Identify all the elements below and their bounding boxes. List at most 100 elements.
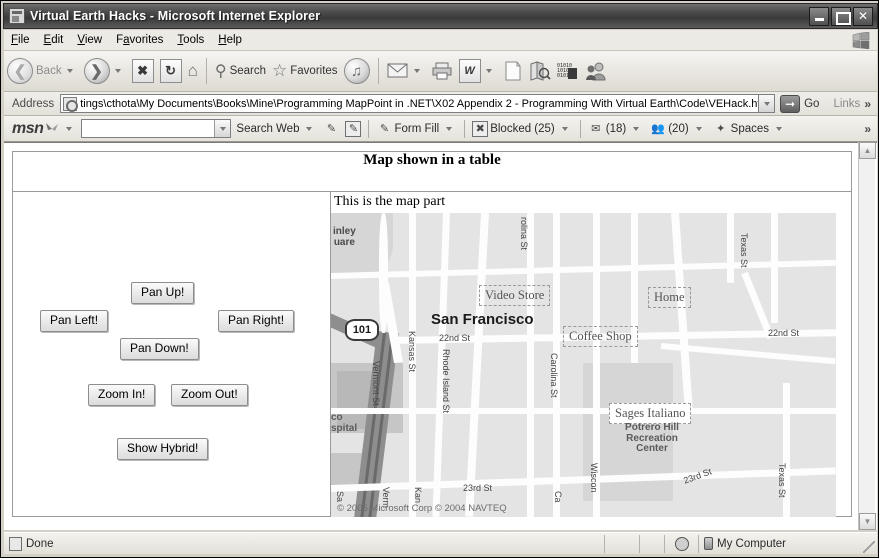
blocked-popups-button[interactable]: ✖ Blocked (25) bbox=[469, 120, 576, 137]
security-zone-cell[interactable]: My Computer bbox=[698, 534, 877, 553]
pan-down-button[interactable]: Pan Down! bbox=[120, 338, 199, 361]
edit-dropdown-icon[interactable] bbox=[485, 69, 492, 73]
forward-dropdown-icon[interactable] bbox=[114, 69, 121, 73]
messenger-count-button[interactable]: 👥 (20) bbox=[647, 121, 709, 137]
minimize-button[interactable] bbox=[809, 6, 829, 26]
research-button[interactable] bbox=[526, 54, 554, 88]
pan-left-button[interactable]: Pan Left! bbox=[40, 310, 109, 333]
edit-button[interactable]: W bbox=[456, 54, 500, 88]
msn-search-input[interactable] bbox=[81, 119, 232, 138]
envelope-icon: ✉ bbox=[591, 123, 601, 135]
messenger-contacts-icon: 👥 bbox=[651, 123, 666, 135]
spaces-label: Spaces bbox=[730, 122, 770, 135]
address-dropdown-button[interactable] bbox=[758, 94, 776, 113]
popup-blocked-icon: ✖ bbox=[472, 120, 489, 137]
links-label[interactable]: Links bbox=[825, 98, 864, 110]
go-label: Go bbox=[804, 97, 820, 110]
menu-item-edit[interactable]: Edit bbox=[37, 32, 71, 48]
virtual-earth-map[interactable]: inley uare 101 San Francisco Video Store … bbox=[331, 213, 836, 517]
table-body-row: Pan Up! Pan Left! Pan Right! Pan Down! Z… bbox=[12, 191, 852, 517]
layout-table: Map shown in a table Pan Up! Pan Left! P… bbox=[12, 151, 852, 517]
spaces-dropdown-icon[interactable] bbox=[776, 126, 783, 131]
windows-flag-icon bbox=[852, 32, 870, 49]
mail-count-dropdown-icon[interactable] bbox=[633, 126, 640, 131]
highlight-button[interactable]: ✎ bbox=[320, 121, 342, 137]
table-header-row: Map shown in a table bbox=[12, 151, 852, 192]
mail-dropdown-icon[interactable] bbox=[413, 69, 420, 73]
menu-item-help[interactable]: Help bbox=[211, 32, 249, 48]
forward-arrow-icon: ❯ bbox=[83, 58, 110, 84]
star-icon: ☆ bbox=[272, 61, 288, 80]
page-title: Map shown in a table bbox=[12, 151, 852, 192]
page-favicon-icon bbox=[63, 96, 79, 112]
back-arrow-icon: ❮ bbox=[7, 58, 33, 84]
map-street-carolina-st-top: rolina St bbox=[519, 217, 529, 251]
back-label: Back bbox=[36, 65, 62, 77]
vertical-scrollbar[interactable]: ▲ ▼ bbox=[858, 142, 876, 530]
media-icon: ♫ bbox=[343, 58, 370, 84]
msn-overflow-icon[interactable]: » bbox=[864, 122, 877, 136]
controls-cell: Pan Up! Pan Left! Pan Right! Pan Down! Z… bbox=[12, 191, 331, 517]
page-icon bbox=[9, 536, 22, 551]
zoom-out-button[interactable]: Zoom Out! bbox=[171, 384, 248, 407]
maximize-button[interactable] bbox=[831, 6, 851, 26]
msn-logo-dropdown-icon[interactable] bbox=[66, 126, 73, 131]
mail-count-button[interactable]: ✉ (18) bbox=[585, 121, 647, 137]
msn-butterfly-icon bbox=[46, 122, 59, 131]
show-hybrid-button[interactable]: Show Hybrid! bbox=[117, 438, 209, 461]
map-street-kansas-lower: Kan bbox=[413, 487, 423, 504]
title-bar: Virtual Earth Hacks - Microsoft Internet… bbox=[3, 3, 878, 29]
search-web-label: Search Web bbox=[236, 122, 300, 135]
media-button[interactable]: ♫ bbox=[341, 54, 373, 88]
address-overflow-icon[interactable]: » bbox=[864, 97, 877, 111]
menu-item-favorites[interactable]: Favorites bbox=[109, 32, 170, 48]
mail-count-label: (18) bbox=[605, 122, 627, 135]
search-web-dropdown-icon[interactable] bbox=[306, 126, 313, 131]
resize-grip[interactable] bbox=[863, 541, 875, 553]
msn-separator-1 bbox=[368, 119, 370, 138]
scroll-up-button[interactable]: ▲ bbox=[859, 142, 876, 159]
menu-item-file[interactable]: File bbox=[4, 32, 37, 48]
refresh-button[interactable]: ↻ bbox=[157, 54, 185, 88]
map-street-22nd-st-right: 22nd St bbox=[768, 328, 800, 338]
search-button[interactable]: ⚲ Search bbox=[212, 54, 269, 88]
search-web-button[interactable]: Search Web bbox=[231, 123, 320, 135]
favorites-button[interactable]: ☆ Favorites bbox=[269, 54, 341, 88]
zoom-in-button[interactable]: Zoom In! bbox=[88, 384, 156, 407]
encoding-button[interactable]: 01010 10101 01010 bbox=[554, 54, 582, 88]
close-button[interactable]: ✕ bbox=[853, 6, 873, 26]
blocked-dropdown-icon[interactable] bbox=[561, 126, 568, 131]
address-input[interactable]: tings\cthota\My Documents\Books\Mine\Pro… bbox=[60, 94, 759, 113]
home-button[interactable]: ⌂ bbox=[185, 54, 201, 88]
messenger-count-dropdown-icon[interactable] bbox=[695, 126, 702, 131]
toolbar-separator bbox=[205, 58, 207, 84]
menu-item-view[interactable]: View bbox=[70, 32, 109, 48]
back-dropdown-icon[interactable] bbox=[66, 69, 73, 73]
blank-page-icon bbox=[505, 61, 521, 81]
home-icon: ⌂ bbox=[187, 61, 198, 80]
stop-button[interactable]: ✖ bbox=[129, 54, 157, 88]
map-street-sa-partial: Sa bbox=[335, 491, 345, 503]
mail-icon bbox=[387, 63, 408, 78]
go-arrow-icon: ➞ bbox=[780, 94, 801, 113]
forward-button[interactable]: ❯ bbox=[81, 54, 129, 88]
pan-right-button[interactable]: Pan Right! bbox=[218, 310, 295, 333]
messenger-button[interactable] bbox=[582, 54, 610, 88]
form-fill-dropdown-icon[interactable] bbox=[446, 126, 453, 131]
go-button[interactable]: ➞ Go bbox=[775, 94, 825, 113]
form-fill-button[interactable]: ✎ Form Fill bbox=[373, 121, 460, 137]
menu-item-tools[interactable]: Tools bbox=[170, 32, 211, 48]
encoding-icon: 01010 10101 01010 bbox=[557, 63, 577, 79]
map-street-wisconsin-st: Wiscon bbox=[589, 463, 599, 493]
print-button[interactable] bbox=[428, 54, 456, 88]
scroll-down-button[interactable]: ▼ bbox=[859, 513, 876, 530]
toolbar-options-button[interactable]: ✎ bbox=[342, 120, 364, 137]
mail-button[interactable] bbox=[384, 54, 428, 88]
pan-up-button[interactable]: Pan Up! bbox=[131, 282, 195, 305]
refresh-icon: ↻ bbox=[159, 59, 182, 83]
msn-search-dropdown-icon[interactable] bbox=[214, 120, 231, 137]
spaces-button[interactable]: ✦ Spaces bbox=[710, 121, 790, 137]
discuss-button[interactable] bbox=[500, 54, 526, 88]
word-edit-icon: W bbox=[458, 59, 481, 83]
back-button[interactable]: ❮ Back bbox=[4, 54, 81, 88]
